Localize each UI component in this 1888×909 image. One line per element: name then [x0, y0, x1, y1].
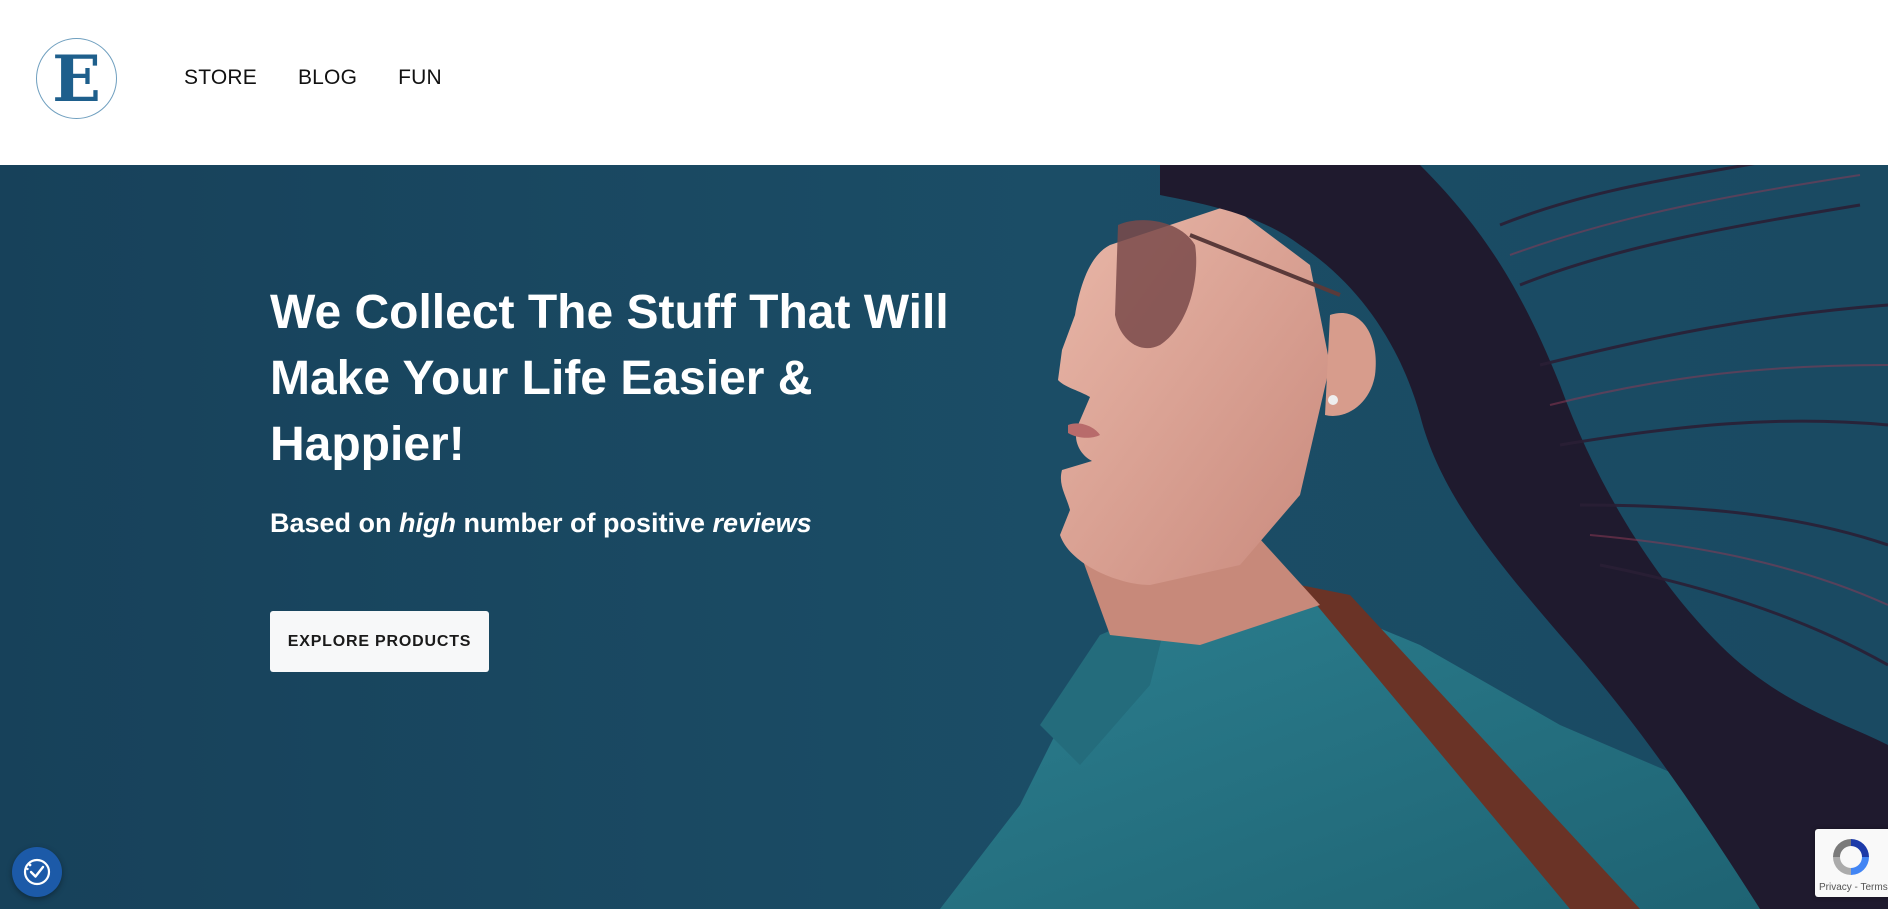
explore-products-button[interactable]: EXPLORE PRODUCTS: [270, 611, 489, 672]
main-nav: STORE BLOG FUN: [184, 66, 483, 90]
site-logo[interactable]: E: [36, 38, 117, 119]
nav-link-store[interactable]: STORE: [184, 66, 257, 90]
recaptcha-privacy-terms[interactable]: Privacy - Terms: [1819, 882, 1888, 893]
logo-letter: E: [52, 41, 101, 117]
subline-part1: Based on: [270, 508, 400, 538]
accessibility-icon: [23, 858, 51, 886]
site-header: E STORE BLOG FUN: [0, 0, 1888, 165]
hero-section: We Collect The Stuff That Will Make Your…: [0, 165, 1888, 909]
recaptcha-badge[interactable]: Privacy - Terms: [1815, 829, 1888, 897]
hero-headline: We Collect The Stuff That Will Make Your…: [270, 286, 949, 471]
subline-emphasis-high: high: [399, 508, 457, 538]
nav-link-fun[interactable]: FUN: [398, 66, 442, 90]
accessibility-button[interactable]: [12, 847, 62, 897]
recaptcha-icon: [1833, 839, 1869, 875]
hero-subline: Based on high number of positive reviews: [270, 508, 812, 539]
nav-link-blog[interactable]: BLOG: [298, 66, 357, 90]
subline-part2: number of positive: [456, 508, 713, 538]
subline-emphasis-reviews: reviews: [712, 508, 812, 538]
